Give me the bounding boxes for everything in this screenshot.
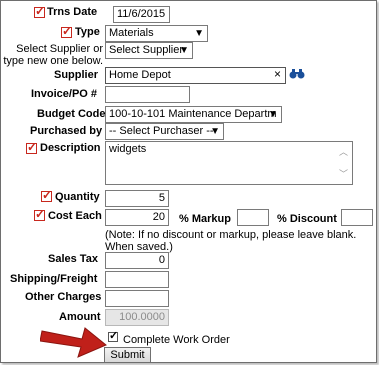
chevron-down-icon: ▼ bbox=[210, 126, 220, 137]
budget-code-label: Budget Code bbox=[37, 108, 106, 120]
budget-code-select[interactable]: 100-10-101 Maintenance Departm ▼ bbox=[105, 106, 282, 123]
purchased-by-value: -- Select Purchaser -- bbox=[109, 125, 214, 137]
description-value: widgets bbox=[109, 143, 147, 155]
scroll-up-icon[interactable]: ︿ bbox=[339, 146, 348, 159]
trns-date-label: Trns Date bbox=[47, 6, 98, 18]
markup-input[interactable] bbox=[237, 209, 269, 226]
invoice-label: Invoice/PO # bbox=[31, 88, 98, 100]
type-select-value: Materials bbox=[109, 27, 154, 39]
complete-work-order-label: Complete Work Order bbox=[123, 334, 230, 346]
cost-each-label: Cost Each bbox=[48, 210, 102, 222]
budget-code-value: 100-10-101 Maintenance Departm bbox=[109, 108, 277, 120]
submit-button[interactable]: Submit bbox=[104, 347, 151, 362]
type-select[interactable]: Materials ▼ bbox=[105, 25, 208, 42]
note-text: (Note: If no discount or markup, please … bbox=[105, 229, 357, 253]
discount-label: % Discount bbox=[277, 213, 337, 225]
supplier-select[interactable]: Select Supplier ▼ bbox=[105, 42, 193, 59]
purchased-by-select[interactable]: -- Select Purchaser -- ▼ bbox=[105, 123, 224, 140]
supplier-input-value: Home Depot bbox=[109, 69, 171, 81]
required-checkbox-icon bbox=[41, 188, 52, 202]
clear-icon[interactable]: × bbox=[274, 68, 281, 81]
description-textarea[interactable]: widgets ︿ ﹀ bbox=[105, 141, 353, 185]
trns-date-input[interactable]: 11/6/2015 bbox=[113, 6, 170, 23]
other-charges-label: Other Charges bbox=[25, 291, 102, 303]
discount-input[interactable] bbox=[341, 209, 373, 226]
shipping-label: Shipping/Freight bbox=[10, 273, 98, 285]
required-checkbox-icon bbox=[61, 24, 72, 38]
cost-each-input[interactable]: 20 bbox=[105, 209, 169, 226]
chevron-down-icon: ▼ bbox=[194, 28, 204, 39]
markup-label: % Markup bbox=[179, 213, 231, 225]
invoice-input[interactable] bbox=[105, 86, 190, 103]
chevron-down-icon: ▼ bbox=[268, 109, 278, 120]
chevron-down-icon: ▼ bbox=[179, 45, 189, 56]
type-label: Type bbox=[75, 26, 100, 38]
purchased-by-label: Purchased by bbox=[30, 125, 103, 137]
red-arrow-pointer-icon bbox=[40, 327, 107, 358]
amount-input: 100.0000 bbox=[105, 309, 169, 326]
sales-tax-label: Sales Tax bbox=[48, 253, 98, 265]
complete-work-order-checkbox[interactable]: ✓ bbox=[108, 330, 119, 342]
scroll-down-icon[interactable]: ﹀ bbox=[339, 168, 348, 181]
required-checkbox-icon bbox=[26, 140, 37, 154]
sales-tax-input[interactable]: 0 bbox=[105, 252, 169, 269]
quantity-input[interactable]: 5 bbox=[105, 190, 169, 207]
quantity-label: Quantity bbox=[55, 191, 100, 203]
binoculars-icon[interactable] bbox=[289, 68, 305, 80]
required-checkbox-icon bbox=[34, 207, 45, 221]
required-checkbox-icon bbox=[34, 4, 45, 18]
description-label: Description bbox=[40, 142, 101, 154]
supplier-select-value: Select Supplier bbox=[109, 44, 183, 56]
supplier-input[interactable]: Home Depot × bbox=[105, 67, 286, 84]
select-supplier-label: Select Supplier or type new one below. bbox=[3, 43, 103, 67]
shipping-input[interactable] bbox=[105, 271, 169, 288]
supplier-label: Supplier bbox=[54, 69, 99, 81]
other-charges-input[interactable] bbox=[105, 290, 169, 307]
check-mark-icon: ✓ bbox=[109, 330, 119, 342]
work-order-form: Trns Date 11/6/2015 Type Materials ▼ Sel… bbox=[0, 0, 377, 363]
